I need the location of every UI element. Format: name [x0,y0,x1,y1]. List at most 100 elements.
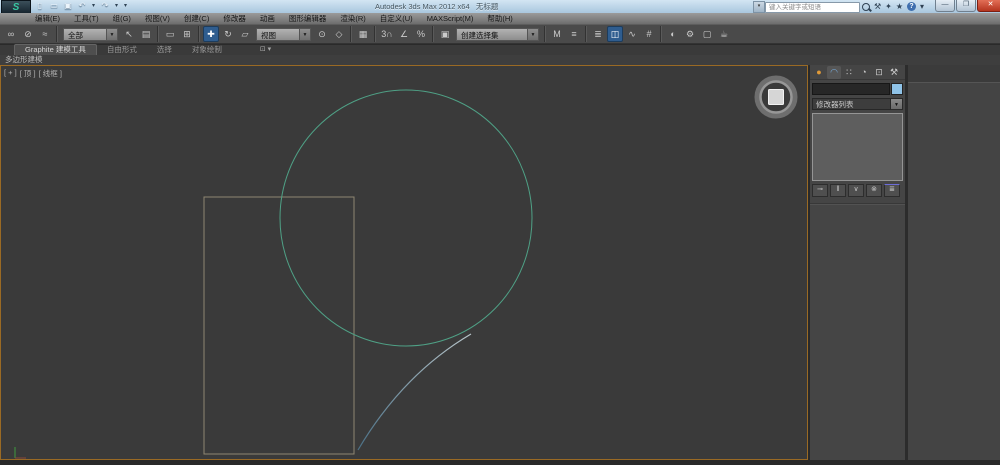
display-tab[interactable]: ⊡ [872,66,886,79]
configure-modifier-sets-button[interactable]: ≣ [884,184,900,197]
qat-options-dropdown[interactable]: ▾ [122,1,129,11]
title-bar: S ▯▭▣↶▾↷▾▾ Autodesk 3ds Max 2012 x64 无标题… [0,0,1000,13]
redo-dropdown[interactable]: ▾ [113,1,120,11]
toolbar-separator [432,26,434,42]
utilities-tab[interactable]: ⚒ [887,66,901,79]
search-icon[interactable] [862,3,870,11]
hierarchy-tab[interactable]: ∷ [842,66,856,79]
named-selection-sets-dropdown[interactable]: 创建选择集▼ [456,28,539,41]
material-editor-icon[interactable]: ◐ [665,26,681,42]
bind-to-space-warp-icon[interactable]: ≈ [37,26,53,42]
object-color-swatch[interactable] [891,83,903,95]
polygon-modeling-panel[interactable]: 多边形建模 [0,55,43,65]
circle-spline[interactable] [280,90,532,346]
search-scope-dropdown[interactable]: ▾ [753,1,765,13]
open-file-button[interactable]: ▭ [48,1,60,11]
toolbar-separator [56,26,58,42]
favorites-star-icon[interactable]: ★ [896,1,903,12]
select-by-name-icon[interactable]: ▤ [138,26,154,42]
toolbar-separator [544,26,546,42]
select-and-uniform-scale-icon[interactable]: ▱ [237,26,253,42]
reference-coordinate-system-dropdown[interactable]: 视图▼ [256,28,311,41]
angle-snap-toggle-icon[interactable]: ∠ [396,26,412,42]
snaps-toggle-3d-icon[interactable]: 3∩ [379,26,395,42]
menu-item-7[interactable]: 图形编辑器 [282,13,334,24]
help-dropdown-icon[interactable]: ▾ [920,1,924,12]
motion-tab[interactable]: ◔ [857,66,871,79]
modify-tab[interactable]: ◠ [827,66,841,79]
percent-snap-toggle-icon[interactable]: % [413,26,429,42]
edit-named-selection-sets-icon[interactable]: ▣ [437,26,453,42]
communication-center-icon[interactable]: ✦ [885,1,892,12]
search-input[interactable]: 键入关键字或短语 [765,2,860,13]
select-and-move-icon[interactable]: ✚ [203,26,219,42]
render-production-icon[interactable]: ☕ [716,26,732,42]
render-setup-icon[interactable]: ⚙ [682,26,698,42]
ribbon-tab-3[interactable]: 对象绘制 [182,45,232,55]
object-name-field[interactable] [812,83,890,95]
undo-button[interactable]: ↶ [76,1,88,11]
create-tab[interactable]: ● [812,66,826,79]
menu-item-9[interactable]: 自定义(U) [373,13,420,24]
menu-item-5[interactable]: 修改器 [216,13,253,24]
window-crossing-toggle-icon[interactable]: ⊞ [179,26,195,42]
menu-item-10[interactable]: MAXScript(M) [420,13,481,24]
undo-dropdown[interactable]: ▾ [90,1,97,11]
toolbar-separator [374,26,376,42]
select-and-link-icon[interactable]: ∞ [3,26,19,42]
viewport-top[interactable]: [ + ][ 顶 ][ 线框 ] [0,65,808,460]
unlink-selection-icon[interactable]: ⊘ [20,26,36,42]
rendered-frame-window-icon[interactable]: ▢ [699,26,715,42]
selection-filter-dropdown[interactable]: 全部▼ [63,28,118,41]
save-file-button[interactable]: ▣ [62,1,74,11]
modifier-list-dropdown[interactable]: 修改器列表 [812,98,891,110]
maximize-button[interactable]: ❐ [956,0,976,12]
menu-item-2[interactable]: 组(G) [106,13,138,24]
menu-item-4[interactable]: 创建(C) [177,13,216,24]
minimize-button[interactable]: — [935,0,955,12]
remove-modifier-button[interactable]: ⊗ [866,184,882,197]
reference-coordinate-system-dropdown-arrow-icon[interactable]: ▼ [299,28,311,41]
pin-stack-button[interactable]: ⊸ [812,184,828,197]
ribbon-minimize-icon[interactable]: ⊡ ▾ [260,45,271,55]
help-icon[interactable]: ? [907,2,916,11]
mirror-icon[interactable]: M [549,26,565,42]
ribbon-tab-2[interactable]: 选择 [147,45,182,55]
ribbon-tab-1[interactable]: 自由形式 [97,45,147,55]
viewcube-top-face[interactable] [769,90,784,105]
ribbon-tab-0[interactable]: Graphite 建模工具 [14,44,97,55]
new-scene-button[interactable]: ▯ [34,1,46,11]
selection-filter-dropdown-arrow-icon[interactable]: ▼ [106,28,118,41]
rectangular-selection-region-icon[interactable]: ▭ [162,26,178,42]
select-and-manipulate-icon[interactable]: ◇ [331,26,347,42]
menu-item-1[interactable]: 工具(T) [67,13,106,24]
redo-button[interactable]: ↷ [99,1,111,11]
show-end-result-button[interactable]: ‖ [830,184,846,197]
menu-item-0[interactable]: 编辑(E) [28,13,67,24]
schematic-view-icon[interactable]: # [641,26,657,42]
curve-editor-icon[interactable]: ∿ [624,26,640,42]
modifier-list-dropdown-arrow-icon[interactable]: ▼ [891,98,903,110]
modifier-stack-list[interactable] [812,113,903,181]
menu-item-6[interactable]: 动画 [253,13,282,24]
menu-item-8[interactable]: 渲染(R) [333,13,372,24]
menu-item-11[interactable]: 帮助(H) [480,13,519,24]
named-selection-sets-dropdown-arrow-icon[interactable]: ▼ [527,28,539,41]
rectangle-spline[interactable] [204,197,354,454]
select-and-rotate-icon[interactable]: ↻ [220,26,236,42]
make-unique-button[interactable]: ∨ [848,184,864,197]
viewcube-icon[interactable] [757,78,795,116]
layer-manager-icon[interactable]: ≣ [590,26,606,42]
select-object-icon[interactable]: ↖ [121,26,137,42]
menu-item-3[interactable]: 视图(V) [138,13,177,24]
align-icon[interactable]: ≡ [566,26,582,42]
curve-spline-segment[interactable] [358,334,471,450]
keyboard-shortcut-override-toggle-icon[interactable]: ▦ [355,26,371,42]
subscription-center-icon[interactable]: ⚒ [874,1,881,12]
window-title: Autodesk 3ds Max 2012 x64 无标题 [375,1,498,12]
close-button[interactable]: ✕ [977,0,1000,12]
viewport-canvas[interactable] [1,66,807,459]
panel-groove [810,203,905,205]
use-pivot-point-center-icon[interactable]: ⊙ [314,26,330,42]
graphite-ribbon-toggle-icon[interactable]: ◫ [607,26,623,42]
